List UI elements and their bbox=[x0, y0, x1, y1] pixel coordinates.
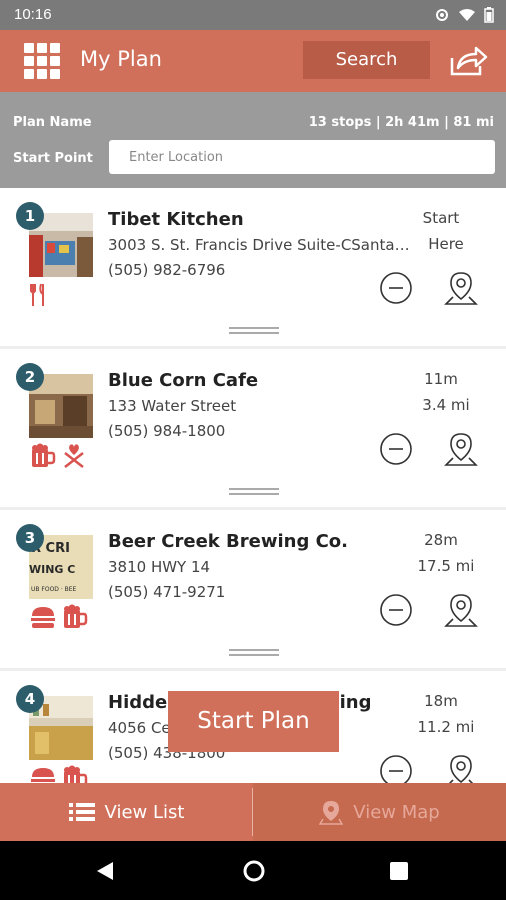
tab-view-list-label: View List bbox=[104, 801, 185, 823]
burger-icon bbox=[31, 768, 55, 782]
map-pin-icon[interactable] bbox=[443, 430, 479, 468]
map-pin-icon[interactable] bbox=[443, 752, 479, 783]
stop-name: Blue Corn Cafe bbox=[108, 370, 259, 391]
stop-item[interactable]: 3 R CRI WING C UB FOOD · BEE Beer Creek … bbox=[0, 510, 506, 668]
burger-icon bbox=[31, 607, 55, 628]
status-bar: 10:16 bbox=[0, 0, 506, 30]
svg-text:UB FOOD · BEE: UB FOOD · BEE bbox=[31, 586, 77, 593]
tab-view-map-label: View Map bbox=[353, 801, 440, 823]
system-nav-bar bbox=[0, 841, 506, 900]
drag-handle[interactable] bbox=[229, 488, 279, 496]
beer-icon bbox=[64, 604, 88, 628]
remove-stop-icon[interactable] bbox=[379, 432, 413, 466]
recent-apps-icon[interactable] bbox=[390, 862, 408, 880]
stop-name: Beer Creek Brewing Co. bbox=[108, 531, 349, 552]
plan-name-label: Plan Name bbox=[13, 115, 92, 130]
beer-icon bbox=[32, 443, 56, 467]
remove-stop-icon[interactable] bbox=[379, 754, 413, 783]
stop-item[interactable]: 2 Blue Corn Cafe 133 Water Street (505) … bbox=[0, 349, 506, 507]
stop-number-badge: 1 bbox=[16, 202, 44, 230]
wifi-icon bbox=[459, 9, 475, 21]
vibrate-icon bbox=[436, 9, 448, 21]
stop-address: 133 Water Street bbox=[108, 397, 237, 415]
list-icon bbox=[68, 803, 95, 821]
plan-stats: 13 stops | 2h 41m | 81 mi bbox=[308, 115, 494, 130]
stop-time: Start bbox=[422, 209, 460, 227]
remove-stop-icon[interactable] bbox=[379, 271, 413, 305]
back-icon[interactable] bbox=[96, 861, 114, 881]
plan-header: Plan Name 13 stops | 2h 41m | 81 mi Star… bbox=[0, 92, 506, 188]
drag-handle[interactable] bbox=[229, 327, 279, 335]
tab-view-list[interactable]: View List bbox=[0, 783, 253, 841]
stop-time: 28m bbox=[424, 531, 458, 549]
stop-time: 18m bbox=[424, 692, 458, 710]
map-pin-icon[interactable] bbox=[443, 591, 479, 629]
dining-icon bbox=[30, 283, 44, 306]
start-location-input[interactable] bbox=[109, 140, 495, 174]
dining-love-icon bbox=[64, 444, 84, 468]
stop-categories bbox=[29, 443, 87, 469]
stop-phone[interactable]: (505) 471-9271 bbox=[108, 583, 225, 601]
stop-categories bbox=[29, 765, 89, 783]
status-time: 10:16 bbox=[14, 6, 52, 23]
stop-distance: 3.4 mi bbox=[422, 396, 470, 414]
svg-text:WING C: WING C bbox=[29, 563, 75, 576]
stop-name: Tibet Kitchen bbox=[108, 209, 244, 230]
stop-time: 11m bbox=[424, 370, 458, 388]
stop-number-badge: 4 bbox=[16, 685, 44, 713]
home-icon[interactable] bbox=[243, 860, 265, 882]
stop-phone[interactable]: (505) 982-6796 bbox=[108, 261, 225, 279]
bottom-tabs: View List View Map bbox=[0, 783, 506, 841]
menu-grid-icon[interactable] bbox=[24, 43, 60, 79]
stop-categories bbox=[29, 282, 49, 308]
remove-stop-icon[interactable] bbox=[379, 593, 413, 627]
stop-item[interactable]: 1 Tibet Kitchen 3003 S. St. Francis Driv… bbox=[0, 188, 506, 346]
stop-address: 3810 HWY 14 bbox=[108, 558, 211, 576]
stop-number-badge: 2 bbox=[16, 363, 44, 391]
beer-icon bbox=[64, 765, 88, 783]
stop-categories bbox=[29, 604, 89, 630]
stop-address: 3003 S. St. Francis Drive Suite-CSanta F… bbox=[108, 236, 413, 254]
map-pin-icon[interactable] bbox=[443, 269, 479, 307]
drag-handle[interactable] bbox=[229, 649, 279, 657]
map-pin-icon bbox=[319, 801, 344, 825]
stop-number-badge: 3 bbox=[16, 524, 44, 552]
start-plan-button[interactable]: Start Plan bbox=[168, 691, 339, 752]
search-button[interactable]: Search bbox=[303, 41, 430, 79]
page-title: My Plan bbox=[80, 47, 162, 71]
tab-view-map[interactable]: View Map bbox=[253, 783, 506, 841]
share-icon[interactable] bbox=[448, 44, 488, 78]
app-bar: My Plan Search bbox=[0, 30, 506, 92]
stop-phone[interactable]: (505) 984-1800 bbox=[108, 422, 225, 440]
status-icons bbox=[434, 7, 494, 23]
stop-distance: Here bbox=[428, 235, 464, 253]
stop-distance: 11.2 mi bbox=[417, 718, 475, 736]
stop-distance: 17.5 mi bbox=[417, 557, 475, 575]
start-point-label: Start Point bbox=[13, 151, 93, 166]
battery-icon bbox=[484, 7, 494, 23]
